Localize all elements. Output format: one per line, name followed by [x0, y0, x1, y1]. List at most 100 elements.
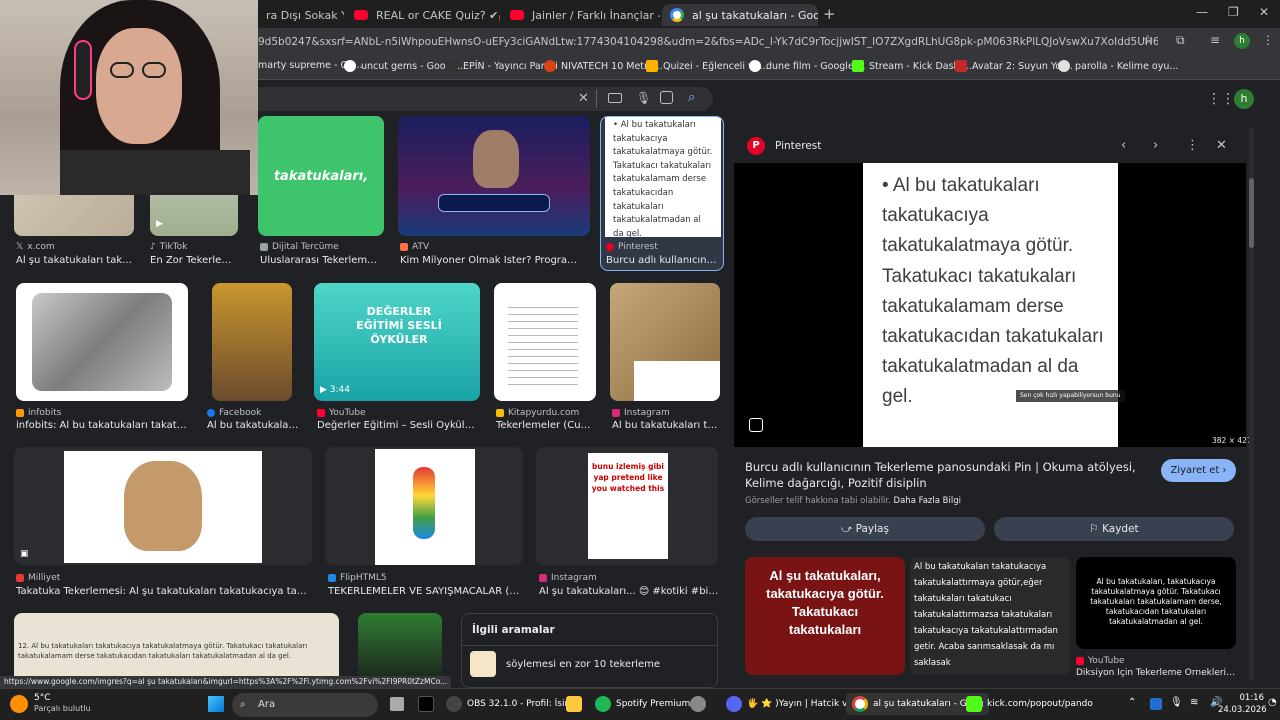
onedrive-icon[interactable] — [1150, 698, 1162, 710]
clock-time[interactable]: 01:16 — [1228, 693, 1265, 703]
url-text[interactable]: 9d5b0247&sxsrf=ANbL-n5iWhpouEHwnsO-uEFy3… — [258, 32, 1158, 52]
search-icon: ⌕ — [240, 699, 246, 710]
gallery-icon: ▣ — [20, 549, 29, 559]
result-caption[interactable]: Al şu takatukaları takatu... — [16, 255, 134, 266]
profile-avatar[interactable]: h — [1234, 33, 1250, 49]
file-explorer-icon[interactable] — [566, 696, 582, 712]
result-image[interactable]: takatukaları, — [258, 116, 384, 236]
taskbar-app-kick[interactable]: kick.com/popout/pando — [966, 696, 1093, 712]
result-caption[interactable]: Tekerlemeler (Cuma... — [496, 420, 596, 431]
result-image[interactable] — [398, 116, 590, 236]
wifi-icon[interactable]: ≋ — [1190, 697, 1198, 708]
result-caption[interactable]: En Zor Tekerlemel... — [150, 255, 240, 266]
search-icon[interactable]: ⌕ — [688, 90, 695, 105]
result-source: 𝕏x.com — [16, 242, 55, 252]
bookmark-item[interactable]: EPİN - Yayıncı Paneli — [446, 60, 558, 72]
microphone-icon[interactable]: 🎙 — [636, 91, 651, 105]
result-caption[interactable]: Takatuka Tekerlemesi: Al şu takatukaları… — [16, 586, 312, 597]
result-image[interactable] — [494, 283, 596, 401]
menu-icon[interactable]: ⋮ — [1262, 33, 1274, 47]
instagram-overlay — [634, 361, 720, 401]
result-source: ♪ TikTok — [150, 242, 188, 252]
minimize-icon[interactable]: — — [1196, 5, 1208, 19]
nivatech-icon — [544, 60, 556, 72]
result-image[interactable] — [16, 283, 188, 401]
bookmark-item[interactable]: dune film - Google'... — [749, 60, 865, 72]
clock-date[interactable]: 24.03.2026 — [1218, 705, 1267, 715]
share-icon: ⤻ — [841, 522, 856, 535]
tab-4-active[interactable]: al şu takatukaları - Google'da A✕ — [662, 4, 818, 26]
result-image[interactable] — [325, 447, 523, 565]
related-image[interactable]: Al bu takatukaları, takatukacıya takatuk… — [1076, 557, 1236, 649]
windows-start-icon[interactable] — [208, 696, 224, 712]
keyboard-icon[interactable] — [608, 93, 622, 103]
panel-title[interactable]: Burcu adlı kullanıcının Tekerleme panosu… — [745, 459, 1145, 491]
atv-icon — [400, 243, 408, 251]
clear-icon[interactable]: ✕ — [578, 91, 589, 106]
taskbar-app-discord[interactable]: 🖐 ⭐ )Yayın | Hatcik ve Ye — [726, 696, 866, 712]
maximize-icon[interactable]: ❐ — [1228, 5, 1239, 19]
star-icon[interactable]: ☆ — [1142, 33, 1154, 48]
avatar-bookmark-icon — [955, 60, 967, 72]
result-caption[interactable]: Değerler Eğitimi – Sesli Öyküler "Al... — [317, 420, 479, 431]
save-button[interactable]: ⚐ Kaydet — [994, 517, 1234, 541]
related-title: İlgili aramalar — [472, 624, 555, 636]
extensions-icon[interactable]: ⧉ — [1176, 33, 1185, 48]
more-options-icon[interactable]: ⋮ — [1186, 138, 1199, 153]
share-button[interactable]: ⤻ Paylaş — [745, 517, 985, 541]
result-source: Kitapyurdu.com — [496, 408, 579, 418]
preview-card-text: • Al bu takatukaları takatukacıya takatu… — [863, 163, 1118, 447]
tiktok-icon[interactable] — [418, 696, 434, 712]
result-caption[interactable]: Uluslararası Tekerleme G... — [260, 255, 382, 266]
result-caption[interactable]: Burcu adlı kullanıcının ... — [606, 255, 718, 266]
tab-2[interactable]: REAL or CAKE Quiz? ✔🍰❌✕ — [346, 4, 500, 26]
taskbar-app-spotify[interactable]: Spotify Premium — [595, 696, 690, 712]
scrollbar[interactable] — [1249, 128, 1254, 680]
tray-chevron-icon[interactable]: ⌃ — [1128, 697, 1136, 708]
bookmark-item[interactable]: NIVATECH 10 Metre... — [544, 60, 663, 72]
result-image[interactable]: ▣ — [14, 447, 312, 565]
bookmark-item[interactable]: Avatar 2: Suyun Yol... — [955, 60, 1073, 72]
pinterest-icon: P — [747, 137, 765, 155]
close-window-icon[interactable]: ✕ — [1259, 5, 1269, 19]
more-info-link[interactable]: Daha Fazla Bilgi — [894, 496, 961, 506]
next-icon[interactable]: › — [1153, 138, 1158, 153]
visit-button[interactable]: Ziyaret et › — [1161, 459, 1236, 482]
settings-icon[interactable] — [690, 696, 706, 712]
microphone-icon[interactable]: 🎙 — [1170, 697, 1183, 708]
result-caption[interactable]: infobits: Al bu takatukaları takatukacıy… — [16, 420, 188, 431]
taskbar-app-obs[interactable]: OBS 32.1.0 - Profil: İsims — [446, 696, 578, 712]
result-image[interactable] — [610, 283, 720, 401]
result-image[interactable] — [212, 283, 292, 401]
related-item[interactable]: söylemesi en zor 10 tekerleme — [506, 659, 660, 670]
task-view-icon[interactable] — [390, 697, 404, 711]
new-tab-icon[interactable]: + — [823, 5, 836, 23]
result-image[interactable]: bunu izlemiş gibi yap pretend like you w… — [536, 447, 718, 565]
weather-temp[interactable]: 5°C — [34, 693, 51, 703]
previous-icon[interactable]: ‹ — [1121, 138, 1126, 153]
youtube-icon — [317, 409, 325, 417]
lens-icon[interactable] — [660, 91, 673, 104]
result-caption[interactable]: Kim Milyoner Olmak İster? Programı Al b.… — [400, 255, 586, 266]
tab-1[interactable]: ra Dışı Sokak Ye✕ — [258, 4, 344, 26]
result-caption[interactable]: Al şu takatukaları... 😊 #kotiki #bizleş.… — [539, 586, 719, 597]
result-caption[interactable]: Al bu takatukaları tak... — [612, 420, 720, 431]
related-image[interactable]: Al şu takatukaları, takatukacıya götür. … — [745, 557, 905, 675]
notification-icon[interactable]: ◔ — [1268, 697, 1277, 708]
infobits-icon — [16, 409, 24, 417]
lens-search-icon[interactable] — [749, 418, 763, 432]
close-panel-icon[interactable]: ✕ — [1216, 138, 1227, 153]
tab-3[interactable]: Jainler / Farklı İnançlar - YouTub✕ — [502, 4, 660, 26]
playlist-icon[interactable]: ≡ — [1210, 33, 1220, 47]
result-caption[interactable]: Diksiyon İçin Tekerleme Örnekleri - 14 — [1076, 668, 1236, 678]
account-avatar[interactable]: h — [1234, 89, 1254, 109]
result-caption[interactable]: TEKERLEMELER VE SAYIŞMACALAR (P... — [328, 586, 522, 597]
panel-source[interactable]: Pinterest — [775, 140, 821, 152]
taskbar-search[interactable]: ⌕ Ara — [232, 693, 378, 717]
bookmark-item[interactable]: parolla - Kelime oyu... — [1058, 60, 1178, 72]
result-caption[interactable]: Al bu takatukaları t... — [207, 420, 299, 431]
related-image[interactable]: Al bu takatukaları takatukacıya takatuka… — [910, 557, 1070, 675]
metal-box — [32, 293, 172, 391]
divider — [596, 90, 597, 108]
result-image[interactable]: DEĞERLER EĞİTİMİ SESLİ ÖYKÜLER ▶ 3:44 — [314, 283, 480, 401]
